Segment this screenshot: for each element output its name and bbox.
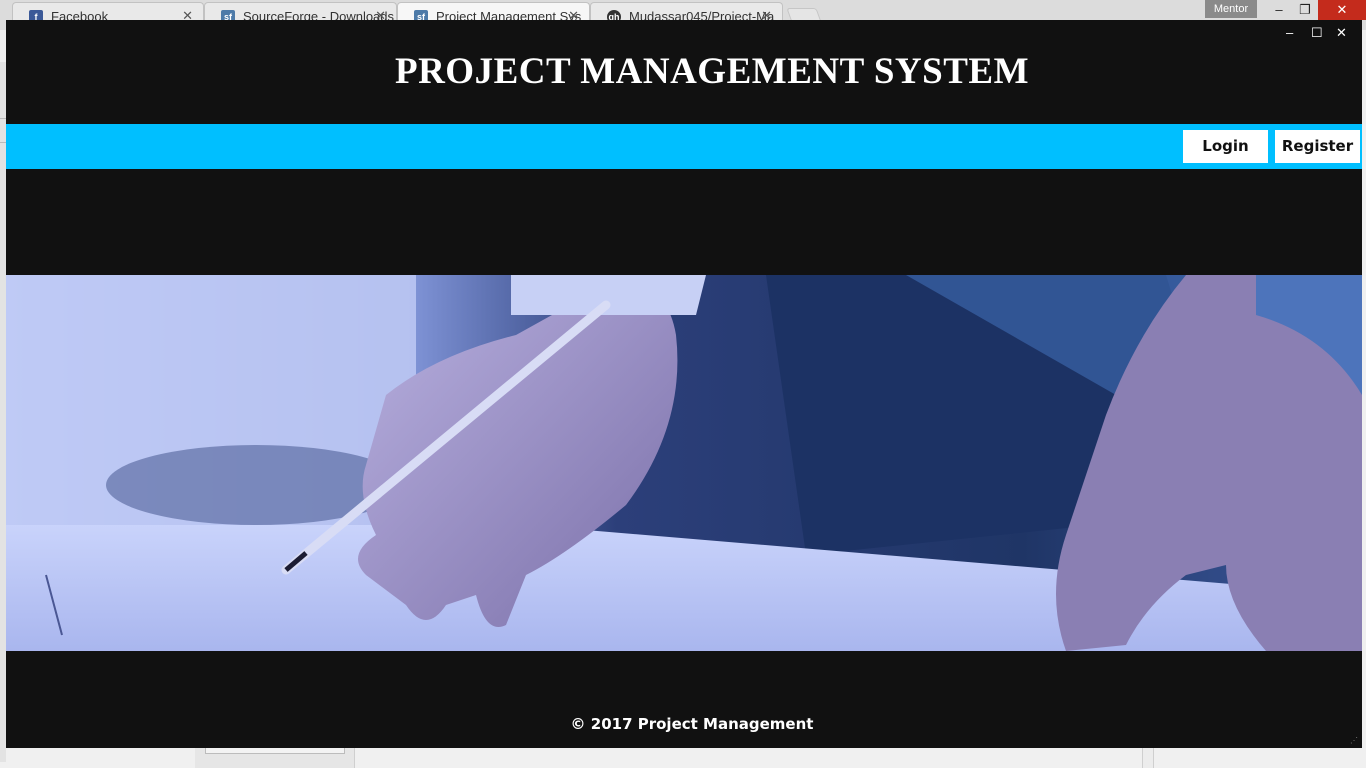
page-title: PROJECT MANAGEMENT SYSTEM xyxy=(394,51,1030,92)
maximize-icon[interactable]: ☐ xyxy=(1311,26,1323,40)
hero-image xyxy=(6,275,1362,651)
resize-grip-icon[interactable]: ⋰ xyxy=(1350,736,1358,745)
app-window: – ☐ ✕ PROJECT MANAGEMENT SYSTEM Login Re… xyxy=(6,20,1362,748)
close-icon[interactable]: ✕ xyxy=(1336,26,1347,40)
register-button[interactable]: Register xyxy=(1275,130,1360,163)
minimize-icon[interactable]: – xyxy=(1286,26,1293,40)
login-button[interactable]: Login xyxy=(1183,130,1268,163)
footer-copyright: © 2017 Project Management xyxy=(570,715,814,733)
browser-restore-icon[interactable]: ❐ xyxy=(1288,0,1322,20)
background-scrollbar xyxy=(1142,748,1154,768)
browser-close-icon[interactable]: ✕ xyxy=(1318,0,1366,20)
hero-illustration xyxy=(6,275,1362,651)
navbar: Login Register xyxy=(6,124,1362,169)
profile-badge[interactable]: Mentor xyxy=(1205,0,1257,18)
background-button xyxy=(205,748,345,754)
